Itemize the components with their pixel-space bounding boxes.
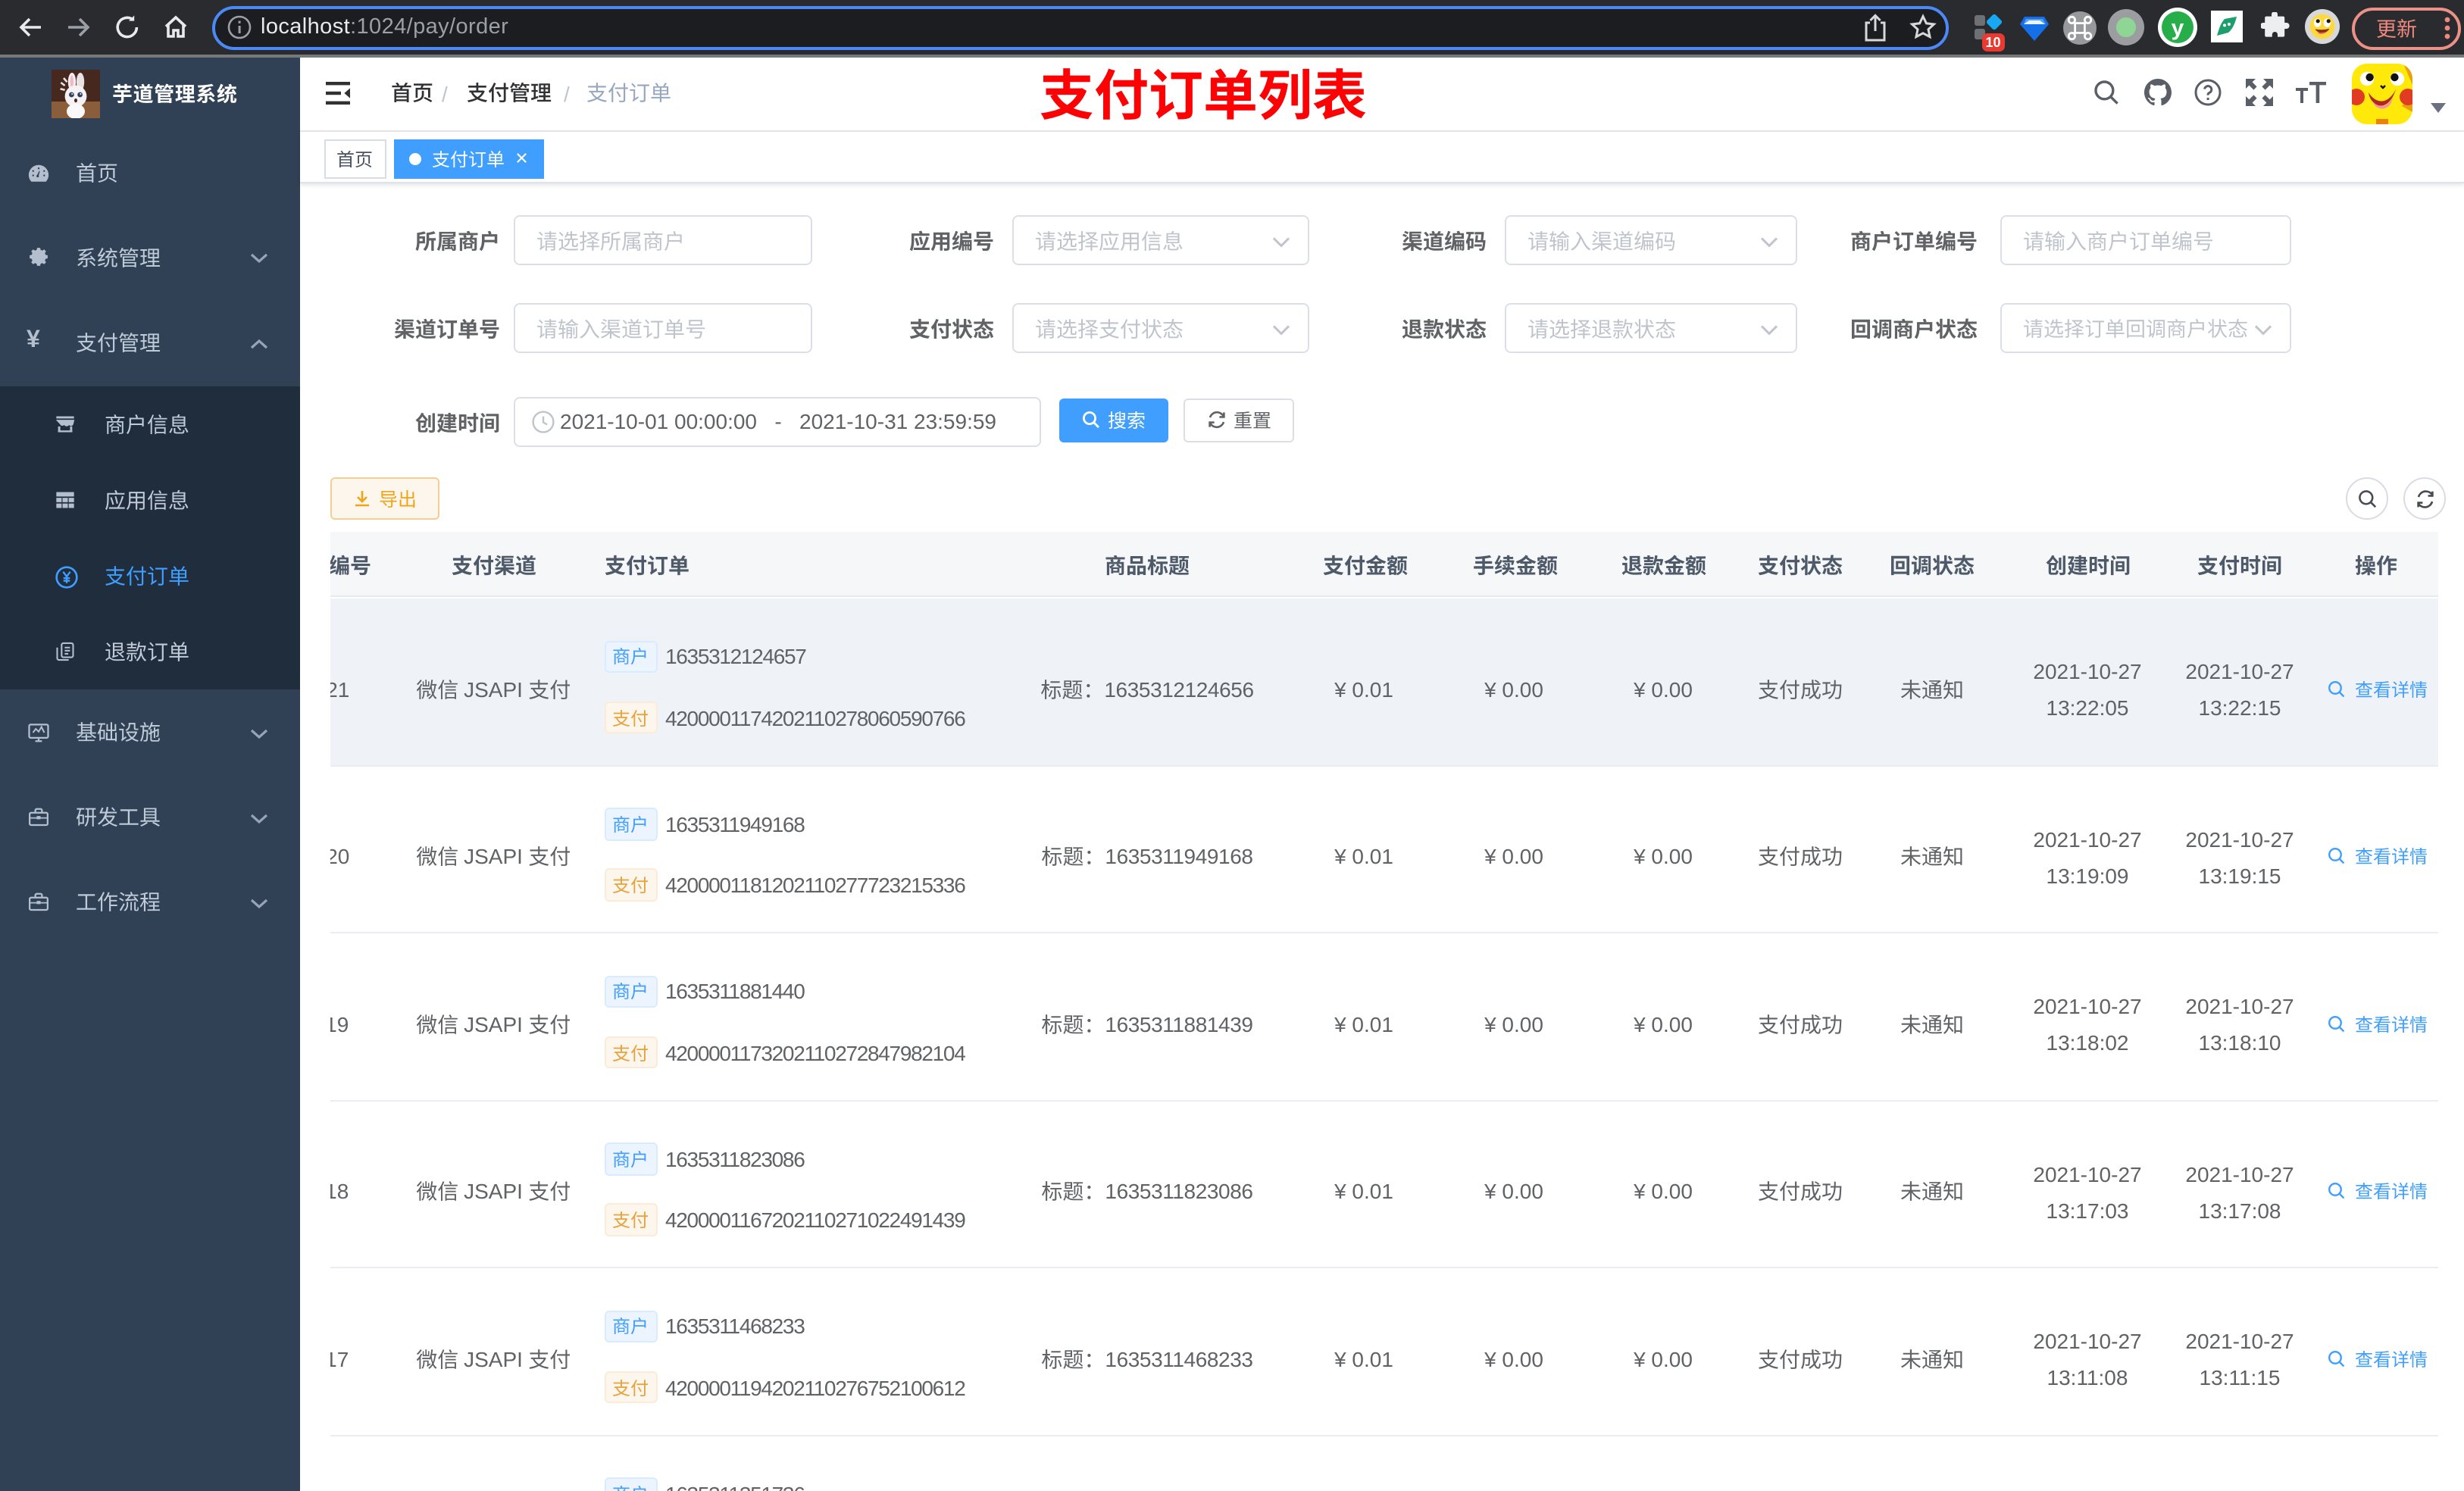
svg-text:y: y — [2172, 16, 2184, 41]
